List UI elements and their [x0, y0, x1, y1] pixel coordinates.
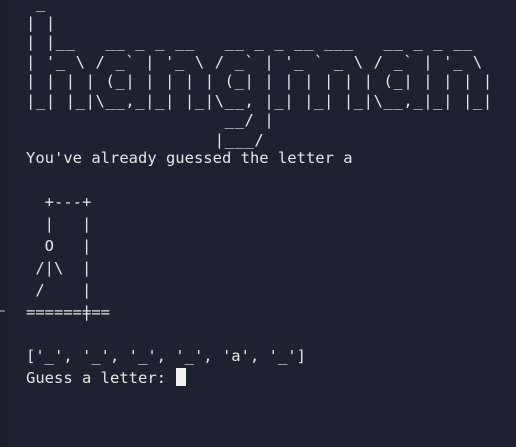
input-line[interactable]: Guess a letter:: [26, 367, 187, 389]
word-board: ['_', '_', '_', '_', 'a', '_']: [26, 347, 306, 365]
gallows-floor: =========: [26, 303, 110, 321]
status-message: You've already guessed the letter a: [26, 149, 353, 167]
gutter-marker: [0, 310, 5, 312]
hangman-title-banner: _ | | | |__ __ _ _ __ __ _ _ __ ___ __ _…: [26, 0, 493, 149]
terminal-gutter: [0, 0, 8, 447]
guess-prompt: Guess a letter:: [26, 369, 176, 387]
text-cursor[interactable]: [176, 368, 187, 386]
terminal-window[interactable]: _ | | | |__ __ _ _ __ __ _ _ __ ___ __ _…: [0, 0, 516, 447]
